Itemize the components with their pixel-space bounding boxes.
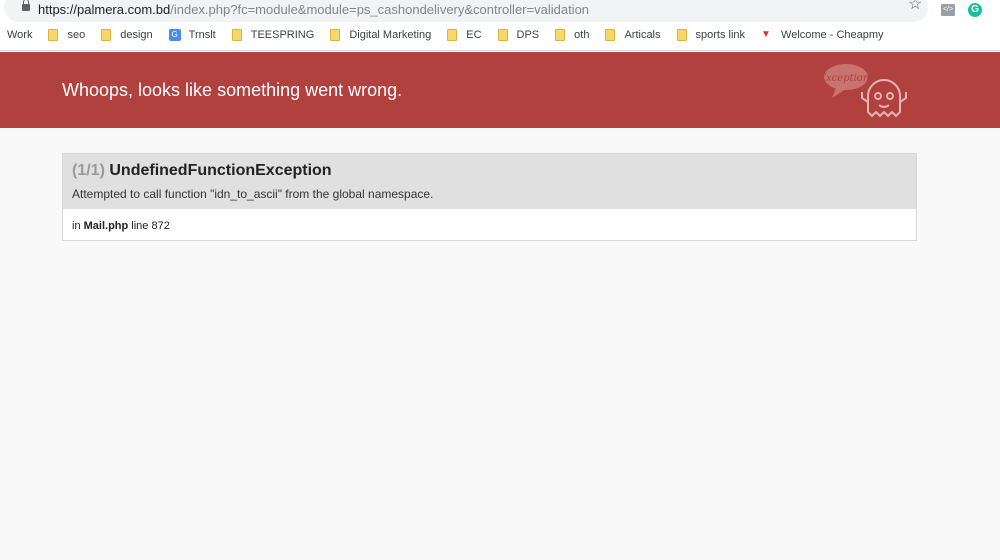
exception-message: Attempted to call function "idn_to_ascii… bbox=[72, 187, 434, 201]
bookmarks-bar: Work seo design G Trnslt TEESPRING Digital Mar… bbox=[0, 29, 900, 41]
exception-ghost-icon: Exception! bbox=[822, 64, 907, 118]
banner-title: Whoops, looks like something went wrong. bbox=[62, 80, 403, 100]
bookmark-label: EC bbox=[466, 29, 482, 41]
google-translate-icon: G bbox=[168, 29, 181, 41]
bookmark-item[interactable]: G Trnslt bbox=[168, 29, 216, 41]
lock-icon bbox=[22, 0, 30, 11]
bookmark-item[interactable]: seo bbox=[48, 29, 85, 41]
bookmark-label: Digital Marketing bbox=[349, 29, 432, 41]
bookmark-item[interactable]: Digital Marketing bbox=[330, 29, 431, 41]
exception-title: (1/1) UndefinedFunctionException bbox=[72, 162, 332, 179]
bookmark-item[interactable]: sports link bbox=[676, 29, 746, 41]
bookmark-label: TEESPRING bbox=[250, 29, 315, 41]
bookmark-item[interactable]: Work bbox=[7, 29, 32, 41]
exception-location: in Mail.php line 872 bbox=[72, 220, 170, 232]
address-bar[interactable]: https://palmera.com.bd/index.php?fc=modu… bbox=[4, 0, 928, 22]
bookmark-label: DPS bbox=[516, 29, 540, 41]
bookmark-label: Work bbox=[7, 29, 33, 41]
bookmark-label: seo bbox=[67, 29, 86, 41]
bookmark-label: design bbox=[120, 29, 153, 41]
browser-chrome: https://palmera.com.bd/index.php?fc=modu… bbox=[0, 0, 1000, 51]
site-favicon: ▼ bbox=[761, 29, 771, 40]
bookmark-item[interactable]: EC bbox=[447, 29, 482, 41]
grammarly-extension-icon[interactable]: G bbox=[968, 3, 982, 17]
folder-icon bbox=[447, 29, 458, 41]
bookmark-item[interactable]: design bbox=[101, 29, 153, 41]
bookmark-item[interactable]: TEESPRING bbox=[231, 29, 315, 41]
bookmark-item[interactable]: oth bbox=[555, 29, 589, 41]
bookmark-label: oth bbox=[574, 29, 590, 41]
logo-text: Exception! bbox=[822, 73, 873, 84]
folder-icon bbox=[676, 29, 687, 41]
folder-icon bbox=[605, 29, 616, 41]
folder-icon bbox=[231, 29, 242, 41]
folder-icon bbox=[497, 29, 508, 41]
bookmark-item[interactable]: Articals bbox=[605, 29, 661, 41]
bookmark-item[interactable]: ▼ Welcome - Cheapmy bbox=[761, 29, 884, 41]
bookmark-star-icon[interactable]: ☆ bbox=[908, 0, 922, 14]
folder-icon bbox=[101, 29, 112, 41]
folder-icon bbox=[330, 29, 341, 41]
folder-icon bbox=[48, 29, 59, 41]
bookmark-label: Welcome - Cheapmy bbox=[781, 29, 884, 41]
bookmark-item[interactable]: DPS bbox=[497, 29, 540, 41]
bookmark-label: Articals bbox=[624, 29, 661, 41]
exception-panel: (1/1) UndefinedFunctionException Attempt… bbox=[62, 153, 917, 241]
bookmark-label: Trnslt bbox=[188, 29, 216, 41]
code-extension-icon[interactable]: </> bbox=[941, 4, 955, 16]
folder-icon bbox=[555, 29, 566, 41]
exception-header: (1/1) UndefinedFunctionException Attempt… bbox=[63, 154, 916, 209]
url-text[interactable]: https://palmera.com.bd/index.php?fc=modu… bbox=[38, 2, 589, 17]
bookmark-label: sports link bbox=[695, 29, 746, 41]
error-banner: Whoops, looks like something went wrong.… bbox=[0, 52, 1000, 128]
